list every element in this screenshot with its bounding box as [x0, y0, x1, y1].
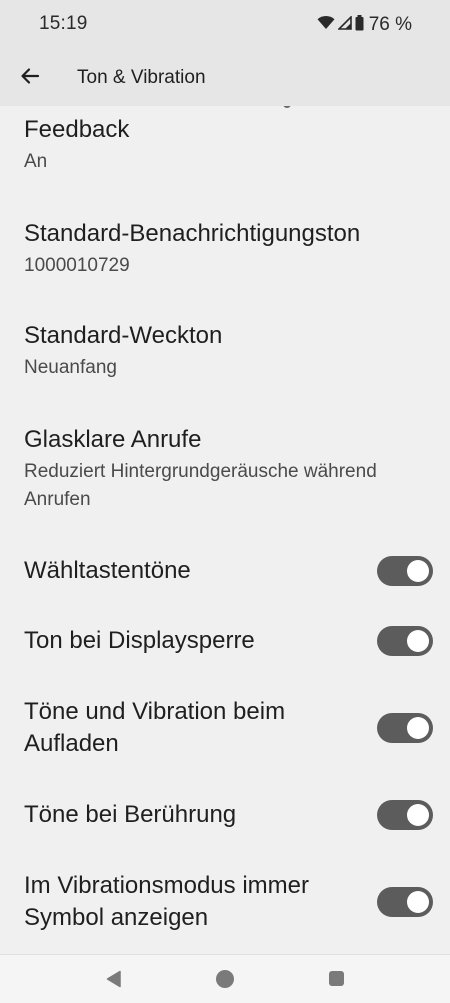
- switch-knob: [407, 630, 429, 652]
- setting-subtitle: Reduziert Hintergrundgeräusche während A…: [24, 461, 377, 510]
- toggle-row-screen-lock-sound[interactable]: Ton bei Displaysperre: [24, 624, 434, 658]
- toggle-row-touch-sounds[interactable]: Töne bei Berührung: [24, 798, 434, 832]
- partially-scrolled-text: [283, 106, 291, 108]
- wifi-icon: [317, 15, 335, 35]
- touch-sounds-switch[interactable]: [377, 800, 433, 830]
- setting-title: Standard-Weckton: [24, 322, 223, 349]
- page-title: Ton & Vibration: [77, 67, 206, 88]
- status-time: 15:19: [39, 13, 88, 34]
- switch-knob: [407, 891, 429, 913]
- dial-pad-tones-switch[interactable]: [377, 556, 433, 586]
- nav-home-icon[interactable]: [216, 970, 234, 988]
- navigation-bar: [0, 954, 450, 1003]
- toggle-label: Töne bei Berührung: [24, 801, 237, 828]
- nav-recents-icon[interactable]: [329, 971, 344, 986]
- switch-knob: [407, 717, 429, 739]
- toggle-label: Ton bei Displaysperre: [24, 627, 255, 654]
- cellular-signal-icon: [336, 14, 352, 35]
- app-bar: Ton & Vibration: [0, 50, 450, 106]
- back-button[interactable]: [10, 58, 50, 98]
- switch-knob: [407, 560, 429, 582]
- toggle-label: Wähltastentöne: [24, 557, 191, 584]
- setting-default-alarm-sound[interactable]: Standard-Weckton Neuanfang: [24, 320, 434, 382]
- toggle-row-charging-sounds[interactable]: Töne und Vibration beim Aufladen: [24, 696, 434, 760]
- setting-default-notification-sound[interactable]: Standard-Benachrichtigungston 1000010729: [24, 218, 434, 280]
- vibrate-icon-switch[interactable]: [377, 887, 433, 917]
- switch-knob: [407, 804, 429, 826]
- toggle-label: Töne und Vibration beim Aufladen: [24, 698, 286, 757]
- back-arrow-icon: [20, 66, 40, 91]
- setting-title: Feedback: [24, 116, 130, 143]
- setting-subtitle: Neuanfang: [24, 357, 117, 378]
- setting-title: Glasklare Anrufe: [24, 426, 202, 453]
- settings-list: Feedback An Standard-Benachrichtigungsto…: [0, 106, 450, 954]
- toggle-label: Im Vibrationsmodus immer Symbol anzeigen: [24, 872, 309, 931]
- setting-clear-calling[interactable]: Glasklare Anrufe Reduziert Hintergrundge…: [24, 424, 434, 514]
- status-bar: 15:19 76 %: [0, 0, 450, 50]
- nav-back-icon[interactable]: [106, 970, 122, 993]
- toggle-row-dial-pad-tones[interactable]: Wähltastentöne: [24, 554, 434, 588]
- battery-icon: [355, 14, 364, 36]
- charging-sounds-switch[interactable]: [377, 713, 433, 743]
- battery-percentage: 76 %: [368, 14, 412, 35]
- screen-lock-sound-switch[interactable]: [377, 626, 433, 656]
- setting-subtitle: 1000010729: [24, 255, 130, 276]
- status-icons: 76 %: [317, 12, 412, 38]
- setting-subtitle: An: [24, 151, 48, 172]
- setting-feedback[interactable]: Feedback An: [24, 114, 434, 176]
- setting-title: Standard-Benachrichtigungston: [24, 220, 361, 247]
- toggle-row-vibrate-icon[interactable]: Im Vibrationsmodus immer Symbol anzeigen: [24, 870, 434, 934]
